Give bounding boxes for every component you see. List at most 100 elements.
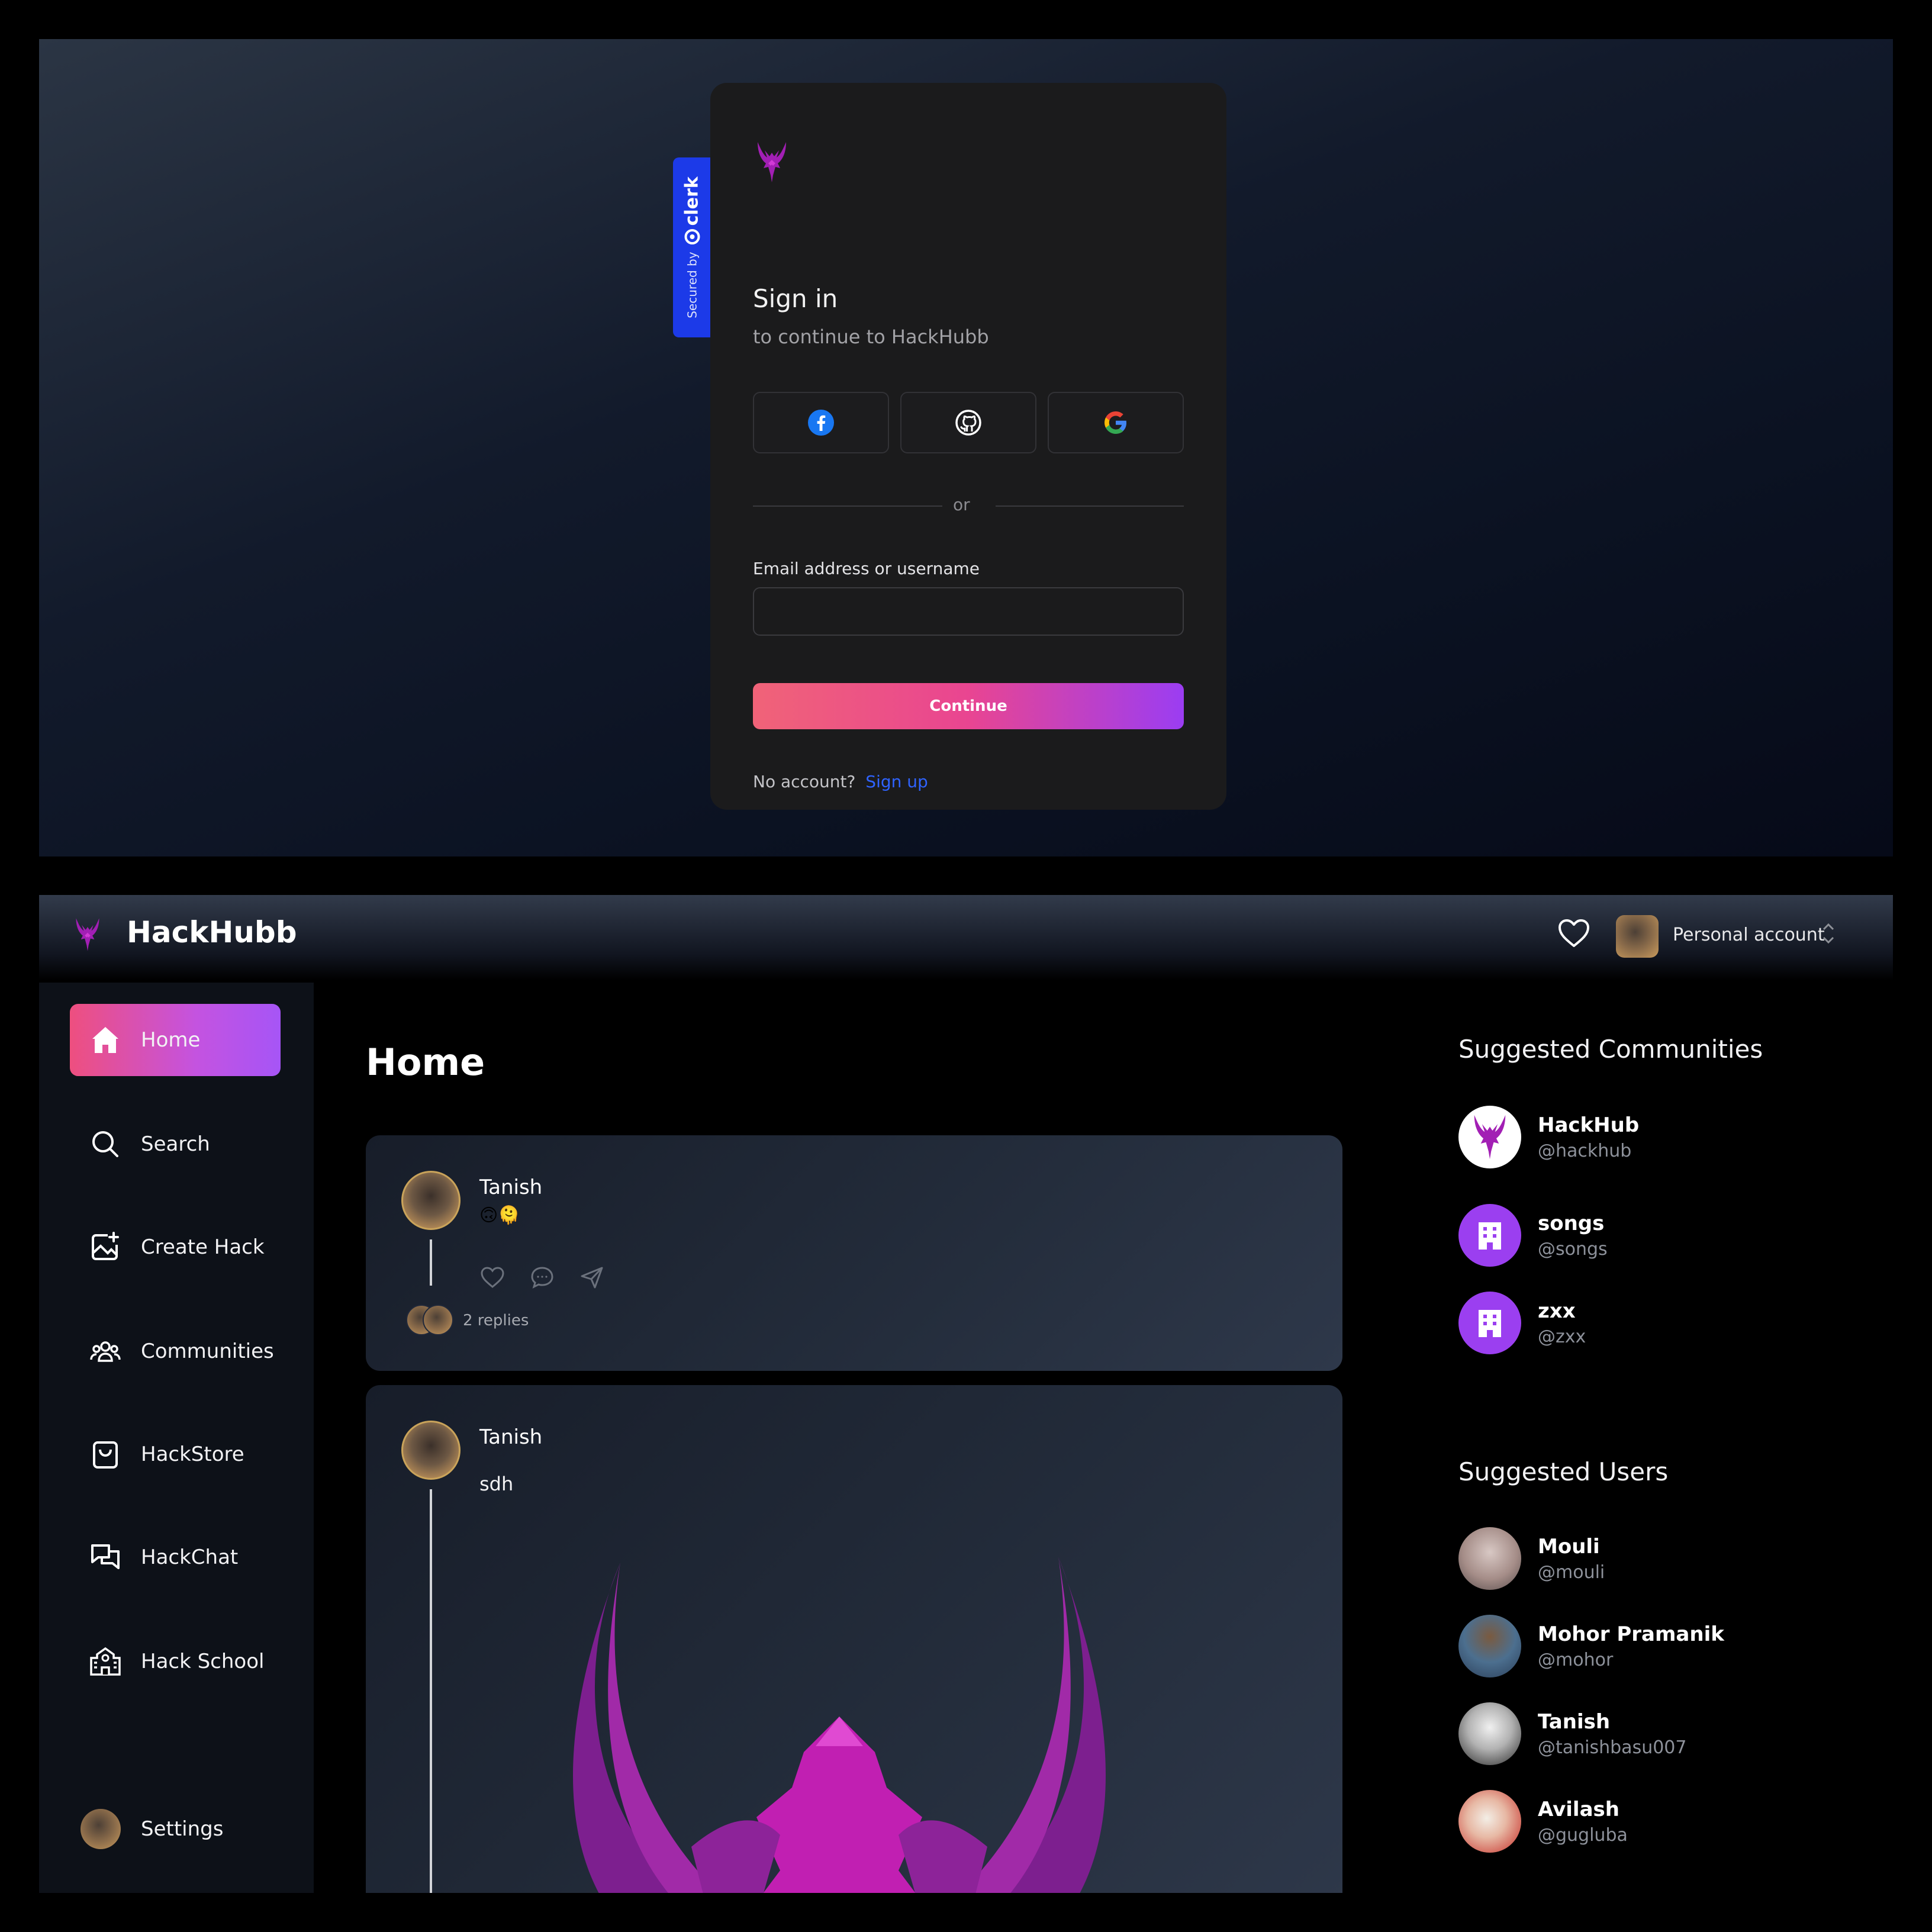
sidebar-item-hackchat[interactable]: HackChat: [70, 1521, 281, 1593]
suggested-users-title: Suggested Users: [1458, 1457, 1669, 1486]
secured-by-text: Secured by: [684, 252, 699, 318]
google-icon: [1105, 411, 1126, 434]
community-avatar: [1458, 1204, 1521, 1267]
user-handle: @mouli: [1538, 1561, 1605, 1583]
github-signin-button[interactable]: [900, 392, 1036, 453]
post-actions: [479, 1264, 605, 1290]
user-name: Avilash: [1538, 1797, 1619, 1821]
google-signin-button[interactable]: [1048, 392, 1184, 453]
no-account-text: No account?: [753, 772, 856, 791]
avatar: [80, 1809, 121, 1849]
users-icon: [90, 1341, 121, 1362]
post-author-avatar[interactable]: [401, 1171, 461, 1230]
thread-line: [430, 1239, 432, 1286]
github-icon: [955, 410, 981, 436]
post-card[interactable]: Tanish 🙃🫠 2 replies: [366, 1135, 1342, 1371]
sidebar-item-hack-school[interactable]: Hack School: [70, 1625, 281, 1698]
building-icon: [1479, 1310, 1501, 1337]
signin-card: Sign in to continue to HackHubb or Email…: [710, 83, 1226, 810]
sidebar-item-create-hack[interactable]: Create Hack: [70, 1211, 281, 1283]
clerk-brand-label: clerk: [681, 176, 702, 226]
heart-icon[interactable]: [479, 1264, 505, 1290]
thread-line: [430, 1489, 432, 1893]
school-icon: [90, 1647, 121, 1676]
divider-left: [753, 505, 942, 507]
shopping-bag-icon: [93, 1441, 118, 1469]
user-item[interactable]: Mohor Pramanik @mohor: [1458, 1615, 1724, 1677]
sidebar-item-label: Search: [141, 1132, 210, 1156]
email-field[interactable]: [753, 587, 1184, 636]
post-author-name[interactable]: Tanish: [479, 1425, 542, 1449]
user-handle: @mohor: [1538, 1649, 1614, 1670]
reply-count[interactable]: 2 replies: [463, 1312, 529, 1329]
community-item[interactable]: songs @songs: [1458, 1204, 1608, 1267]
secured-by-clerk-badge[interactable]: Secured by clerk: [673, 157, 710, 337]
sidebar-item-settings[interactable]: Settings: [80, 1809, 223, 1849]
suggested-communities-title: Suggested Communities: [1458, 1035, 1763, 1064]
post-text: sdh: [479, 1473, 514, 1495]
sidebar-item-label: Communities: [141, 1339, 274, 1363]
user-handle: @tanishbasu007: [1538, 1737, 1687, 1758]
community-item[interactable]: zxx @zxx: [1458, 1292, 1586, 1354]
user-avatar: [1458, 1702, 1521, 1765]
divider-right: [996, 505, 1184, 507]
community-handle: @zxx: [1538, 1326, 1586, 1347]
sidebar-item-label: HackStore: [141, 1442, 244, 1466]
post-card[interactable]: Tanish sdh: [366, 1385, 1342, 1893]
sidebar-item-label: Hack School: [141, 1650, 265, 1673]
app-screen: HackHubb Personal account Home Search Cr…: [39, 895, 1893, 1893]
continue-button[interactable]: Continue: [753, 683, 1184, 729]
user-handle: @gugluba: [1538, 1824, 1628, 1846]
dragon-logo-icon: [758, 142, 786, 182]
dragon-logo-icon[interactable]: [72, 916, 103, 953]
community-avatar: [1458, 1292, 1521, 1354]
sidebar-item-hackstore[interactable]: HackStore: [70, 1418, 281, 1490]
sidebar: Home Search Create Hack Communities Hack…: [39, 983, 314, 1893]
sidebar-item-search[interactable]: Search: [70, 1108, 281, 1180]
user-item[interactable]: Mouli @mouli: [1458, 1527, 1605, 1590]
user-name: Mohor Pramanik: [1538, 1622, 1724, 1646]
create-image-icon: [92, 1232, 119, 1260]
post-text: 🙃🫠: [479, 1205, 520, 1226]
home-icon: [92, 1027, 118, 1053]
sidebar-item-label: Home: [141, 1028, 201, 1052]
community-handle: @songs: [1538, 1238, 1608, 1260]
community-name: zxx: [1538, 1299, 1576, 1323]
no-account-row: No account? Sign up: [753, 772, 928, 791]
user-avatar: [1458, 1615, 1521, 1677]
community-avatar: [1458, 1106, 1521, 1168]
post-author-name[interactable]: Tanish: [479, 1176, 542, 1199]
right-column: Suggested Communities HackHub @hackhub s…: [1419, 895, 1893, 1893]
post-image-dragon[interactable]: [543, 1539, 1135, 1893]
community-name: songs: [1538, 1211, 1605, 1235]
signup-link[interactable]: Sign up: [865, 772, 928, 791]
reply-avatars: [406, 1305, 455, 1340]
sidebar-item-label: Create Hack: [141, 1235, 265, 1259]
email-field-label: Email address or username: [753, 559, 980, 578]
signin-title: Sign in: [753, 284, 838, 313]
search-icon: [92, 1131, 118, 1157]
sidebar-item-label: Settings: [141, 1817, 224, 1841]
share-icon[interactable]: [579, 1264, 605, 1290]
community-handle: @hackhub: [1538, 1140, 1632, 1161]
app-name[interactable]: HackHubb: [127, 915, 297, 949]
user-item[interactable]: Tanish @tanishbasu007: [1458, 1702, 1686, 1765]
user-item[interactable]: Avilash @gugluba: [1458, 1790, 1628, 1853]
post-author-avatar[interactable]: [401, 1421, 461, 1480]
reply-icon[interactable]: [529, 1264, 555, 1290]
signin-screen: Secured by clerk Sign in to continue to …: [39, 39, 1893, 856]
sidebar-item-home[interactable]: Home: [70, 1004, 281, 1076]
dragon-logo-icon: [1474, 1115, 1506, 1160]
sidebar-item-label: HackChat: [141, 1545, 239, 1569]
user-name: Tanish: [1538, 1709, 1611, 1734]
chat-icon: [91, 1544, 120, 1569]
user-avatar: [1458, 1527, 1521, 1590]
clerk-brand: clerk: [681, 176, 702, 245]
sidebar-item-communities[interactable]: Communities: [70, 1315, 281, 1387]
community-item[interactable]: HackHub @hackhub: [1458, 1106, 1639, 1168]
clerk-logo-icon: [684, 229, 700, 245]
page-title: Home: [366, 1041, 485, 1084]
divider-or-text: or: [953, 495, 970, 514]
facebook-signin-button[interactable]: [753, 392, 889, 453]
community-name: HackHub: [1538, 1113, 1640, 1137]
